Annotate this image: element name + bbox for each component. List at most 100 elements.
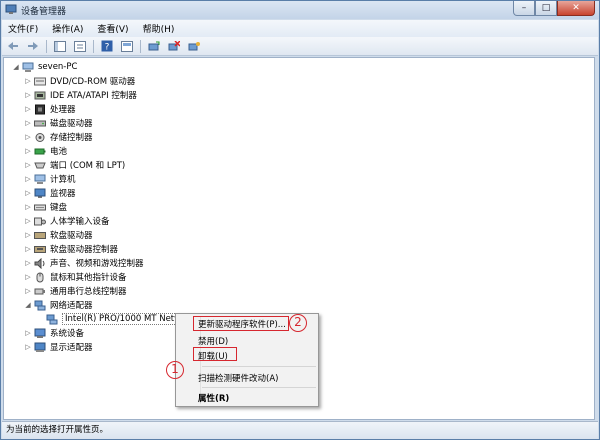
processor-icon — [35, 104, 45, 114]
menu-help[interactable]: 帮助(H) — [143, 22, 175, 35]
expand-arrow-icon[interactable]: ▷ — [24, 133, 32, 141]
scan-hardware-icon[interactable] — [147, 39, 161, 53]
floppy-controller-icon — [34, 245, 46, 253]
tree-item-network[interactable]: ◢ 网络适配器 — [24, 298, 93, 312]
toolbar: ? — [2, 37, 598, 56]
tree-item-hid[interactable]: ▷ 人体学输入设备 — [24, 214, 110, 228]
window-controls: – □ ✕ — [513, 1, 595, 17]
menu-bar: 文件(F) 操作(A) 查看(V) 帮助(H) — [2, 20, 598, 37]
tree-item-label: 存储控制器 — [50, 133, 93, 143]
tree-item-label: 声音、视频和游戏控制器 — [50, 259, 144, 269]
help-icon[interactable]: ? — [100, 39, 114, 53]
menu-file[interactable]: 文件(F) — [8, 22, 38, 35]
title-bar[interactable]: 设备管理器 – □ ✕ — [1, 1, 599, 19]
tree-item-floppy[interactable]: ▷ 软盘驱动器 — [24, 228, 92, 242]
tree-item-label: 磁盘驱动器 — [50, 119, 93, 129]
tree-item-computer[interactable]: ▷ 计算机 — [24, 172, 76, 186]
computer-icon — [22, 62, 34, 72]
tree-item-ide[interactable]: ▷ IDE ATA/ATAPI 控制器 — [24, 88, 137, 102]
console-tree-icon[interactable] — [53, 39, 67, 53]
tree-item-label: 监视器 — [50, 189, 76, 199]
tree-item-processor[interactable]: ▷ 处理器 — [24, 102, 76, 116]
window-title: 设备管理器 — [21, 7, 67, 17]
tree-item-label: 鼠标和其他指针设备 — [50, 273, 127, 283]
speaker-icon — [34, 257, 45, 269]
tree-item-ports[interactable]: ▷ 端口 (COM 和 LPT) — [24, 158, 125, 172]
tree-item-disk[interactable]: ▷ 磁盘驱动器 — [24, 116, 93, 130]
tree-item-system[interactable]: ▷ 系统设备 — [24, 326, 84, 340]
toolbar-separator — [140, 39, 141, 53]
port-icon — [34, 162, 46, 168]
expand-arrow-icon[interactable]: ▷ — [24, 147, 32, 155]
back-icon[interactable] — [6, 39, 20, 53]
tree-item-dvd[interactable]: ▷ DVD/CD-ROM 驱动器 — [24, 74, 135, 88]
expand-arrow-icon[interactable]: ▷ — [24, 91, 32, 99]
expand-arrow-icon[interactable]: ▷ — [24, 175, 32, 183]
tree-item-mouse[interactable]: ▷ 鼠标和其他指针设备 — [24, 270, 127, 284]
tree-item-display[interactable]: ▷ 显示适配器 — [24, 340, 93, 354]
annotation-box-uninstall — [193, 347, 237, 361]
tree-item-label: 处理器 — [50, 105, 76, 115]
floppy-drive-icon — [34, 231, 46, 239]
tree-item-keyboard[interactable]: ▷ 键盘 — [24, 200, 67, 214]
display-adapter-icon — [34, 342, 46, 352]
menu-separator — [202, 366, 316, 367]
expand-arrow-icon[interactable]: ▷ — [24, 77, 32, 85]
disk-drive-icon — [34, 120, 46, 126]
tree-item-label: 电池 — [50, 147, 68, 157]
status-bar: 为当前的选择打开属性页。 — [2, 421, 598, 439]
tree-item-label: 通用串行总线控制器 — [50, 287, 127, 297]
tree-item-floppy-controller[interactable]: ▷ 软盘驱动器控制器 — [24, 242, 118, 256]
properties-icon[interactable] — [73, 39, 87, 53]
expand-arrow-icon[interactable]: ▷ — [24, 287, 32, 295]
menu-separator — [202, 387, 316, 388]
menu-view[interactable]: 查看(V) — [97, 22, 128, 35]
forward-icon[interactable] — [26, 39, 40, 53]
tree-item-label: 人体学输入设备 — [50, 217, 110, 227]
tree-item-usb[interactable]: ▷ 通用串行总线控制器 — [24, 284, 127, 298]
battery-icon — [34, 148, 46, 154]
properties-menu-item[interactable]: 属性(R) — [198, 392, 229, 404]
collapse-arrow-icon[interactable]: ◢ — [12, 63, 20, 71]
expand-arrow-icon[interactable]: ▷ — [24, 343, 32, 351]
expand-arrow-icon[interactable]: ▷ — [24, 273, 32, 281]
expand-arrow-icon[interactable]: ▷ — [24, 203, 32, 211]
network-adapter-icon — [34, 300, 46, 310]
tree-item-label: 系统设备 — [50, 329, 85, 339]
scan-hardware-menu-item[interactable]: 扫描检测硬件改动(A) — [198, 372, 278, 384]
usb-icon — [34, 288, 45, 294]
expand-arrow-icon[interactable]: ▷ — [24, 245, 32, 253]
expand-arrow-icon[interactable]: ▷ — [24, 189, 32, 197]
expand-arrow-icon[interactable]: ▷ — [24, 217, 32, 225]
tree-item-sound[interactable]: ▷ 声音、视频和游戏控制器 — [24, 256, 144, 270]
ide-controller-icon — [34, 91, 46, 99]
uninstall-icon[interactable] — [167, 39, 181, 53]
expand-arrow-icon[interactable]: ▷ — [24, 119, 32, 127]
menu-action[interactable]: 操作(A) — [52, 22, 83, 35]
collapse-arrow-icon[interactable]: ◢ — [24, 301, 32, 309]
maximize-button[interactable]: □ — [535, 1, 557, 16]
expand-arrow-icon[interactable]: ▷ — [24, 231, 32, 239]
system-devices-icon — [34, 328, 46, 338]
annotation-number-two: 2 — [289, 314, 307, 332]
expand-arrow-icon[interactable]: ▷ — [24, 105, 32, 113]
tree-root-label: seven-PC — [38, 62, 78, 72]
expand-arrow-icon[interactable]: ▷ — [24, 329, 32, 337]
disable-menu-item[interactable]: 禁用(D) — [198, 335, 228, 347]
tree-item-battery[interactable]: ▷ 电池 — [24, 144, 67, 158]
monitor-icon — [34, 188, 46, 198]
tree-item-label: IDE ATA/ATAPI 控制器 — [50, 91, 137, 101]
tree-item-label: 网络适配器 — [50, 301, 93, 311]
tree-item-storage[interactable]: ▷ 存储控制器 — [24, 130, 93, 144]
annotation-number-one: 1 — [166, 361, 184, 379]
close-button[interactable]: ✕ — [557, 1, 595, 16]
expand-arrow-icon[interactable]: ▷ — [24, 161, 32, 169]
keyboard-icon — [34, 204, 46, 210]
annotation-box-update — [193, 316, 289, 331]
minimize-button[interactable]: – — [513, 1, 535, 16]
update-driver-icon[interactable] — [187, 39, 201, 53]
expand-arrow-icon[interactable]: ▷ — [24, 259, 32, 267]
tree-item-monitor[interactable]: ▷ 监视器 — [24, 186, 76, 200]
view-icon[interactable] — [120, 39, 134, 53]
tree-root[interactable]: ◢ seven-PC — [12, 60, 77, 74]
